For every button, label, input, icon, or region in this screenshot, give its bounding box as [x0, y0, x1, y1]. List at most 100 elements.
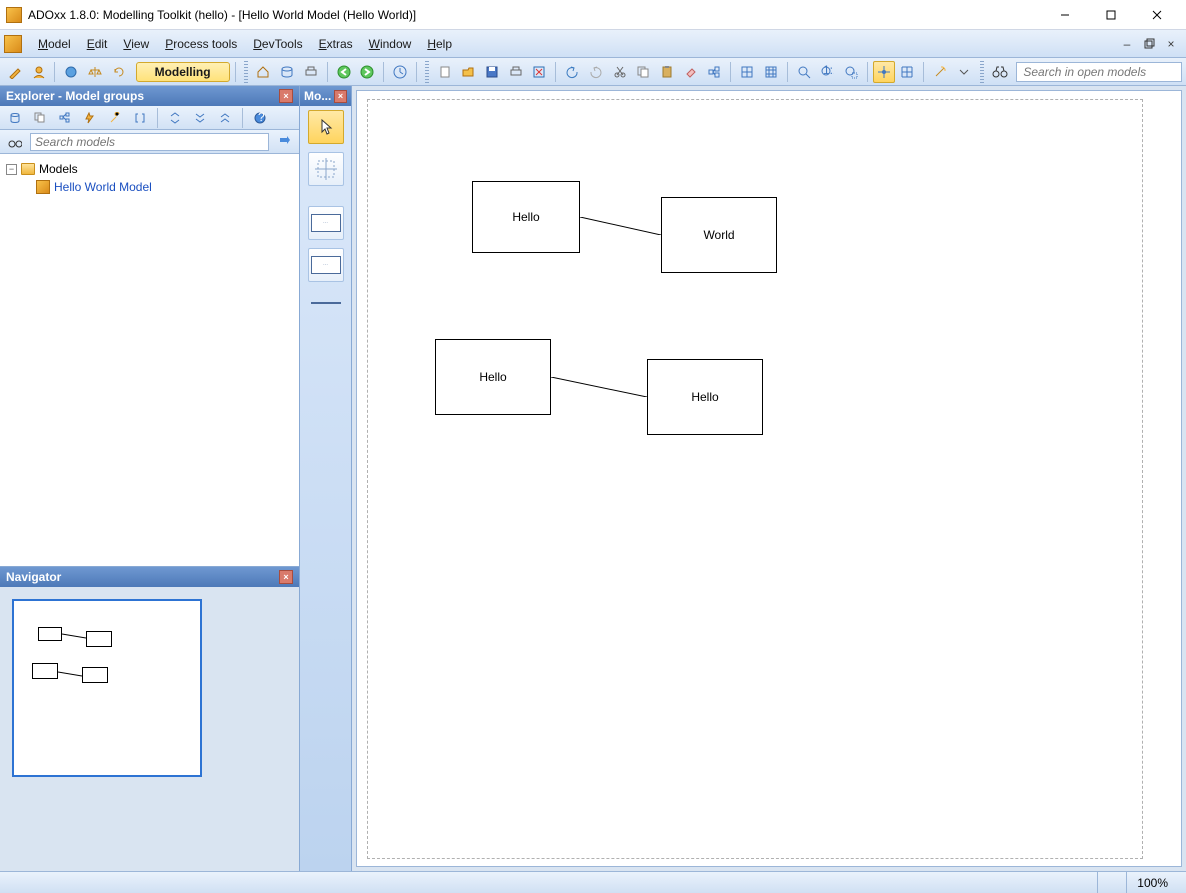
minimize-button[interactable]: [1042, 1, 1088, 29]
home-icon[interactable]: [253, 61, 275, 83]
navigator-close-icon[interactable]: ×: [279, 570, 293, 584]
menu-devtools[interactable]: DevTools: [245, 34, 310, 54]
maximize-button[interactable]: [1088, 1, 1134, 29]
explorer-title: Explorer - Model groups: [6, 89, 144, 103]
db-icon[interactable]: [276, 61, 298, 83]
zoom-icon[interactable]: [793, 61, 815, 83]
copy-icon[interactable]: [632, 61, 654, 83]
tree-item-model[interactable]: Hello World Model: [6, 178, 293, 196]
menu-edit[interactable]: Edit: [79, 34, 116, 54]
menu-model[interactable]: Model: [30, 34, 79, 54]
tools-icon[interactable]: [104, 107, 126, 129]
menu-view[interactable]: View: [115, 34, 157, 54]
mdi-restore-button[interactable]: [1138, 33, 1160, 55]
help-icon[interactable]: ?: [249, 107, 271, 129]
menu-help[interactable]: Help: [419, 34, 460, 54]
go-forward-icon[interactable]: [356, 61, 378, 83]
redo-icon[interactable]: [585, 61, 607, 83]
canvas-scroll[interactable]: Hello World Hello Hello: [356, 90, 1182, 867]
paste-icon[interactable]: [656, 61, 678, 83]
toolbar-grip[interactable]: [425, 61, 429, 83]
menu-window[interactable]: Window: [361, 34, 420, 54]
table-icon[interactable]: [760, 61, 782, 83]
diagram-node[interactable]: Hello: [472, 181, 580, 253]
navigator-node: [82, 667, 108, 683]
dropdown-icon[interactable]: [953, 61, 975, 83]
eraser-icon[interactable]: [680, 61, 702, 83]
diagram-node[interactable]: Hello: [647, 359, 763, 435]
mdi-close-button[interactable]: ×: [1160, 33, 1182, 55]
diagram-node[interactable]: World: [661, 197, 777, 273]
wand-icon[interactable]: [929, 61, 951, 83]
navigator-viewport[interactable]: [12, 599, 202, 777]
globe-icon[interactable]: [60, 61, 82, 83]
binoculars-icon[interactable]: [4, 131, 26, 153]
menu-process-tools[interactable]: Process tools: [157, 34, 245, 54]
navigator-title: Navigator: [6, 570, 61, 584]
model-icon: [36, 180, 50, 194]
explorer-title-bar: Explorer - Model groups ×: [0, 86, 299, 106]
explorer-search-input[interactable]: [30, 133, 269, 151]
explorer-tree[interactable]: − Models Hello World Model: [0, 154, 299, 566]
grid-toggle-icon[interactable]: [736, 61, 758, 83]
explorer-search-row: [0, 130, 299, 154]
palette-title: Mo...: [304, 89, 332, 103]
palette-box-tool-1[interactable]: ⋯: [308, 206, 344, 240]
canvas-area: Hello World Hello Hello: [352, 86, 1186, 871]
toolbar-grip[interactable]: [980, 61, 984, 83]
palette-box-tool-2[interactable]: ⋯: [308, 248, 344, 282]
generate-icon[interactable]: [704, 61, 726, 83]
save-icon[interactable]: [481, 61, 503, 83]
palette-container-tool[interactable]: [308, 152, 344, 186]
close-button[interactable]: [1134, 1, 1180, 29]
edit-icon[interactable]: [4, 61, 26, 83]
user-icon[interactable]: [28, 61, 50, 83]
tree-root[interactable]: − Models: [6, 160, 293, 178]
scales-icon[interactable]: [84, 61, 106, 83]
close-model-icon[interactable]: [529, 61, 551, 83]
navigator-panel: Navigator ×: [0, 566, 299, 871]
open-icon[interactable]: [457, 61, 479, 83]
mode-button[interactable]: Modelling: [136, 62, 230, 82]
tree-icon[interactable]: [54, 107, 76, 129]
explorer-close-icon[interactable]: ×: [279, 89, 293, 103]
snap-icon[interactable]: [873, 61, 895, 83]
collapse-all-icon[interactable]: [214, 107, 236, 129]
collapse-icon[interactable]: [164, 107, 186, 129]
diagram-edge[interactable]: [551, 377, 647, 397]
search-go-icon[interactable]: [273, 131, 295, 153]
palette-pointer-tool[interactable]: [308, 110, 344, 144]
refresh-icon[interactable]: [108, 61, 130, 83]
app-menu-icon[interactable]: [4, 35, 22, 53]
menu-extras[interactable]: Extras: [311, 34, 361, 54]
grid-icon[interactable]: [897, 61, 919, 83]
cut-icon[interactable]: [609, 61, 631, 83]
undo-icon[interactable]: [561, 61, 583, 83]
diagram-node[interactable]: Hello: [435, 339, 551, 415]
binoculars-icon[interactable]: [989, 61, 1011, 83]
palette-connector-tool[interactable]: [311, 302, 341, 304]
tree-collapse-icon[interactable]: −: [6, 164, 17, 175]
diagram-edge[interactable]: [580, 217, 661, 235]
menu-bar: ModelEditViewProcess toolsDevToolsExtras…: [0, 30, 1186, 58]
mdi-minimize-button[interactable]: –: [1116, 33, 1138, 55]
expand-all-icon[interactable]: [189, 107, 211, 129]
print2-icon[interactable]: [505, 61, 527, 83]
toolbar-search-input[interactable]: Search in open models: [1016, 62, 1182, 82]
go-back-icon[interactable]: [333, 61, 355, 83]
folder-icon: [21, 163, 35, 175]
zoom-fit-icon[interactable]: 1:1: [816, 61, 838, 83]
clock-icon[interactable]: [389, 61, 411, 83]
palette-close-icon[interactable]: ×: [334, 90, 347, 103]
main-toolbar: Modelling 1:1 Search in open models: [0, 58, 1186, 86]
bracket-icon[interactable]: [129, 107, 151, 129]
palette-title-bar: Mo... ×: [300, 86, 351, 106]
status-zoom[interactable]: 100%: [1126, 872, 1178, 893]
new-icon[interactable]: [434, 61, 456, 83]
toolbar-grip[interactable]: [244, 61, 248, 83]
bolt-icon[interactable]: [79, 107, 101, 129]
print-icon[interactable]: [300, 61, 322, 83]
zoom-region-icon[interactable]: [840, 61, 862, 83]
db-icon[interactable]: [4, 107, 26, 129]
copy-icon[interactable]: [29, 107, 51, 129]
